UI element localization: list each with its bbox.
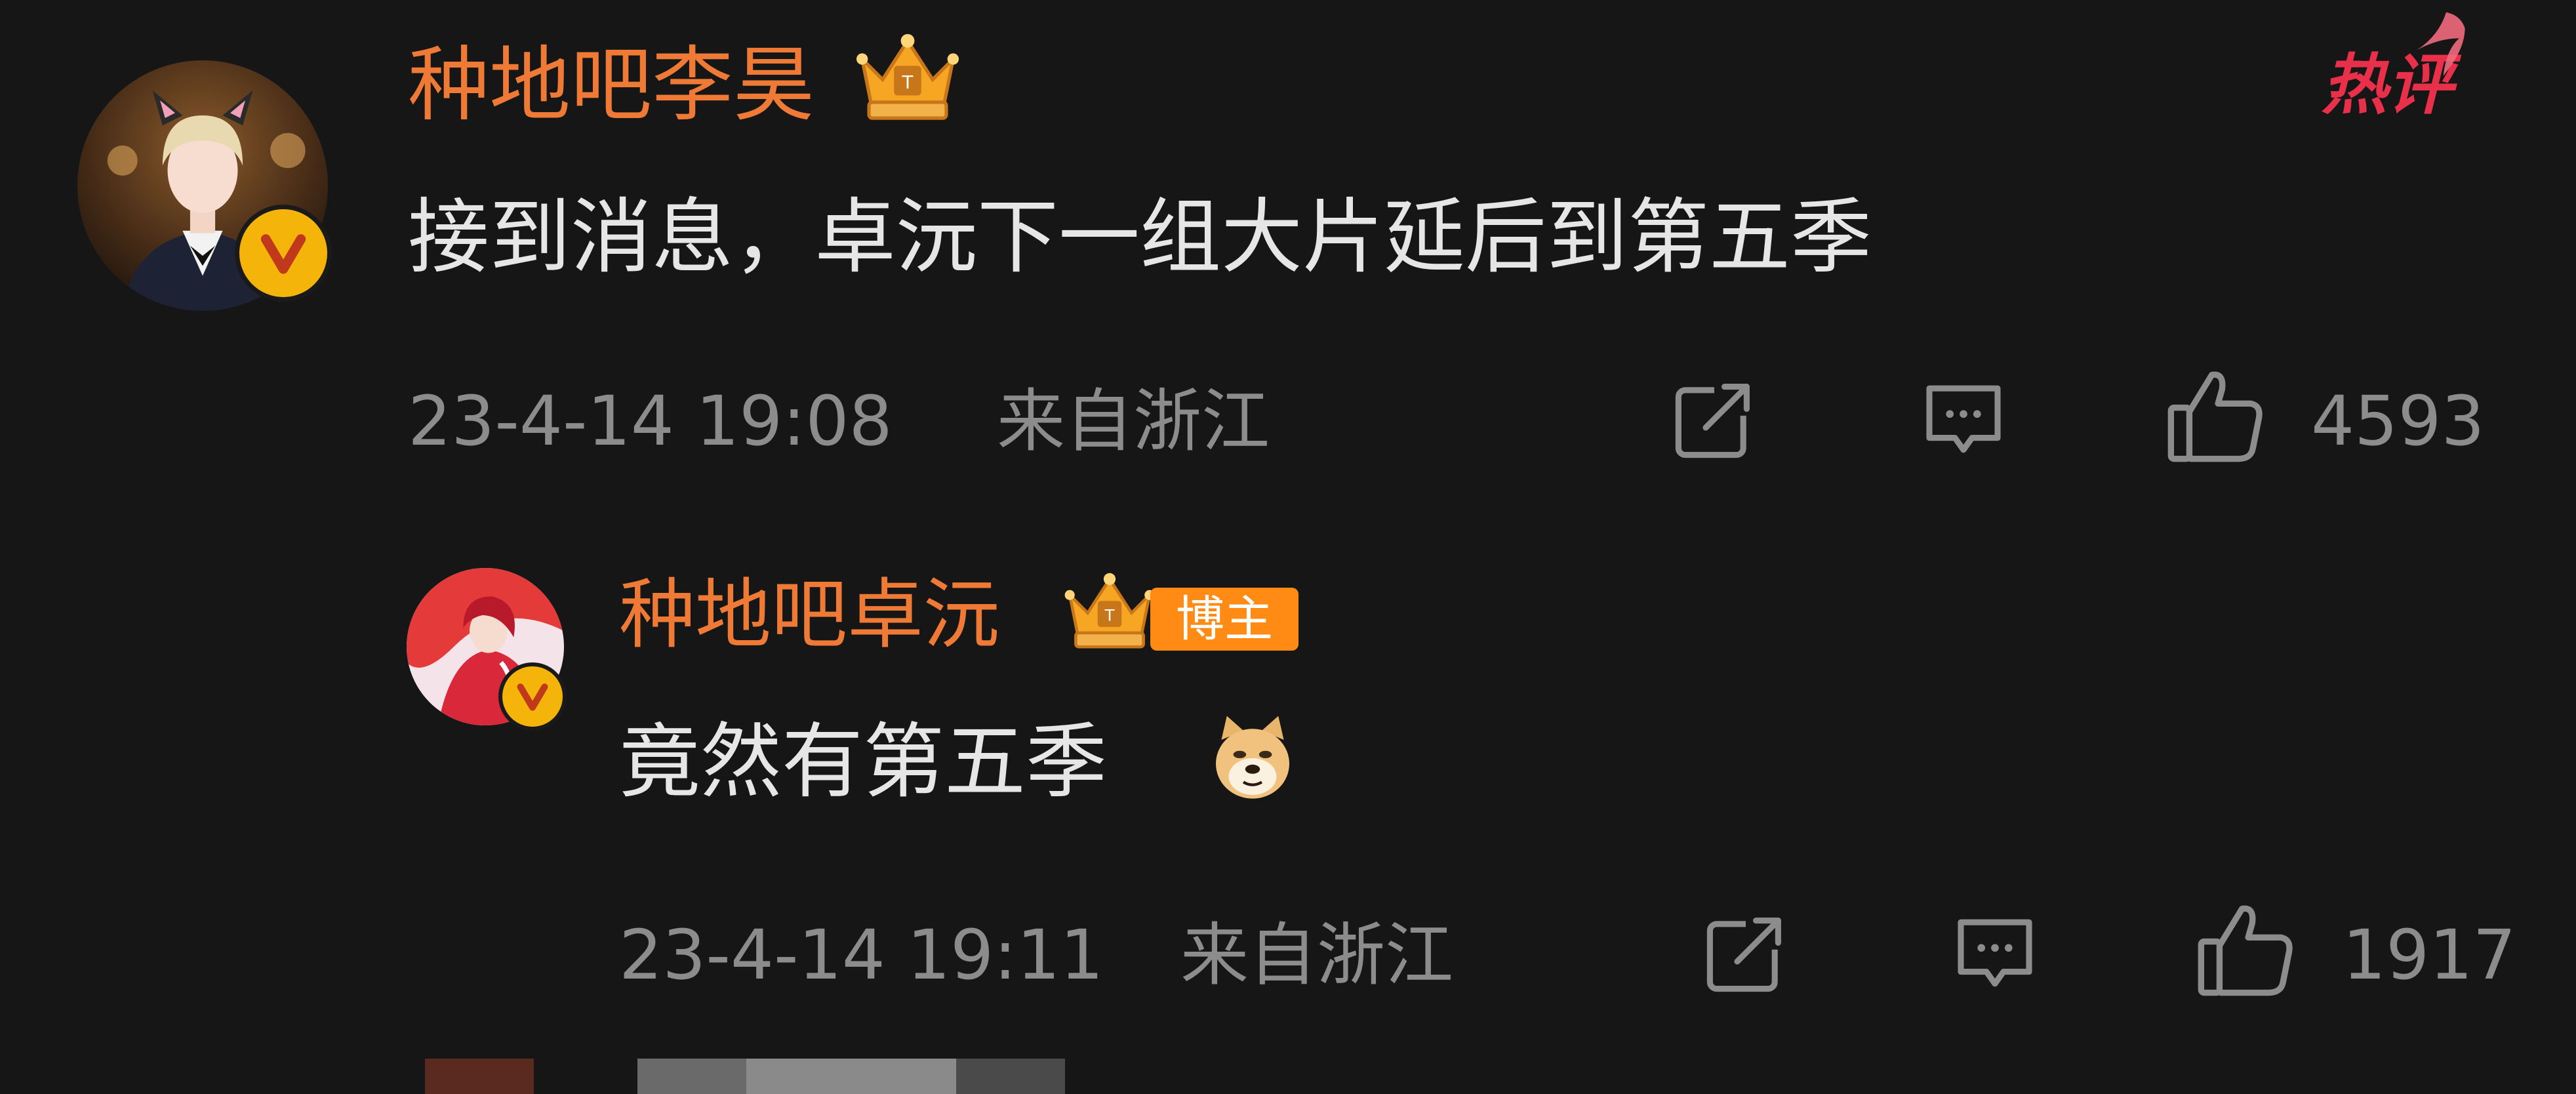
verified-badge-icon [498, 662, 567, 731]
comment-timestamp: 23-4-14 19:11 [619, 915, 1104, 995]
bottom-strip-block [956, 1059, 1065, 1094]
comment-text: 接到消息，卓沅下一组大片延后到第五季 [408, 190, 1872, 285]
crown-icon: T [1060, 564, 1159, 656]
comment-text: 竟然有第五季 [619, 715, 1108, 809]
like-count: 4593 [2311, 381, 2485, 461]
share-icon[interactable] [1701, 910, 1790, 996]
bottom-strip-block [637, 1059, 746, 1094]
bottom-strip [0, 1059, 2576, 1094]
like-icon[interactable] [2194, 899, 2298, 1001]
doge-emoji-icon [1207, 712, 1298, 804]
flame-icon [2392, 7, 2471, 79]
like-icon[interactable] [2164, 365, 2268, 467]
share-icon[interactable] [1670, 376, 1759, 462]
like-count: 1917 [2343, 915, 2516, 995]
username[interactable]: 种地吧李昊 [408, 45, 815, 126]
comment-icon[interactable] [1918, 376, 2009, 462]
svg-text:T: T [902, 71, 914, 93]
svg-text:T: T [1104, 606, 1115, 625]
username[interactable]: 种地吧卓沅 [619, 577, 999, 653]
blogger-badge: 博主 [1150, 588, 1298, 651]
comment-location: 来自浙江 [1180, 915, 1454, 995]
comment-timestamp: 23-4-14 19:08 [408, 381, 893, 461]
bottom-strip-block [746, 1059, 956, 1094]
verified-badge-icon [235, 205, 332, 302]
comment-location: 来自浙江 [997, 381, 1270, 461]
comment-icon[interactable] [1949, 910, 2041, 996]
crown-icon: T [850, 25, 965, 127]
bottom-strip-block [425, 1059, 534, 1094]
